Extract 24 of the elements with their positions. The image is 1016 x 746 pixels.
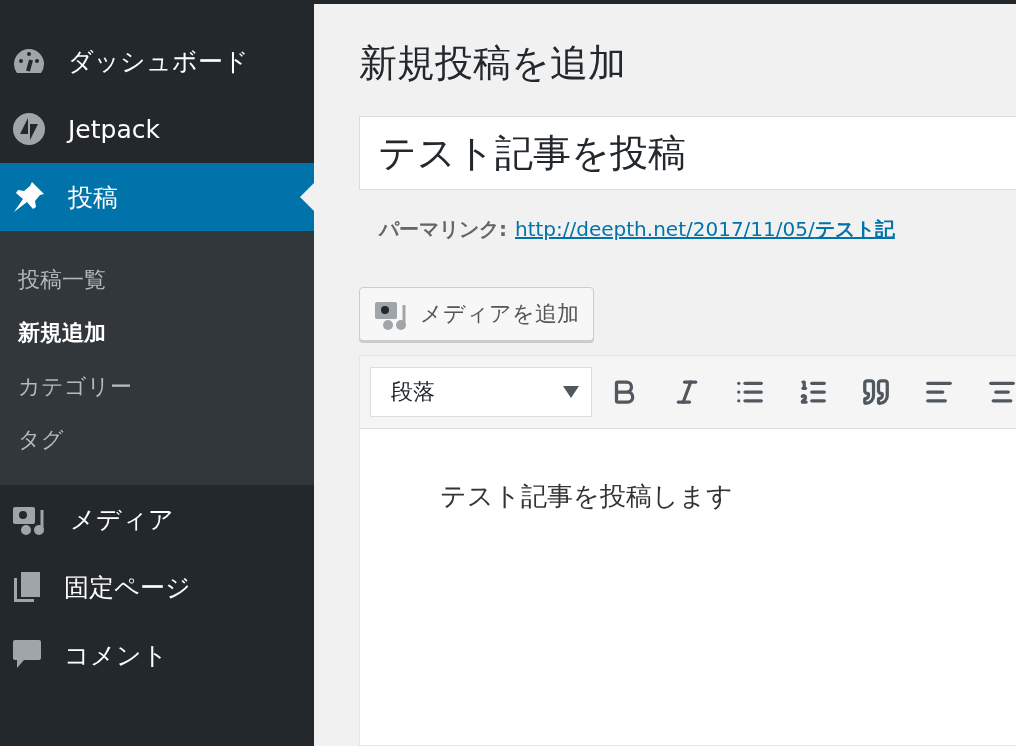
sidebar-menu-item[interactable]: ダッシュボード [0, 27, 314, 95]
submenu-item[interactable]: 新規追加 [0, 306, 314, 360]
submenu-item[interactable]: 投稿一覧 [0, 253, 314, 307]
quote-icon [860, 377, 891, 407]
post-title-field[interactable]: テスト記事を投稿 [359, 116, 1016, 190]
permalink-label: パーマリンク: [379, 216, 507, 243]
sidebar-menu-item[interactable]: メディア [0, 485, 314, 553]
sidebar-menu-item[interactable]: 投稿 [0, 163, 314, 231]
add-media-button[interactable]: メディアを追加 [359, 287, 594, 341]
submenu-item[interactable]: カテゴリー [0, 360, 314, 414]
bolt-circle-icon [12, 112, 46, 146]
pages-icon [12, 570, 42, 604]
sidebar-menu-item[interactable]: コメント [0, 621, 314, 689]
sidebar-menu-item[interactable]: Jetpack [0, 95, 314, 163]
submenu-item[interactable]: タグ [0, 413, 314, 467]
format-select[interactable]: 段落 [370, 367, 592, 417]
editor-content: テスト記事を投稿します [439, 480, 734, 513]
gauge-icon [12, 48, 46, 74]
active-menu-pointer [300, 183, 314, 211]
pushpin-icon [12, 180, 46, 214]
dropdown-caret-icon [563, 386, 579, 398]
permalink-link[interactable]: http://deepth.net/2017/11/05/テスト記 [515, 216, 895, 243]
sidebar-menu-item[interactable]: 固定ページ [0, 553, 314, 621]
page-title: 新規投稿を追加 [359, 44, 627, 82]
